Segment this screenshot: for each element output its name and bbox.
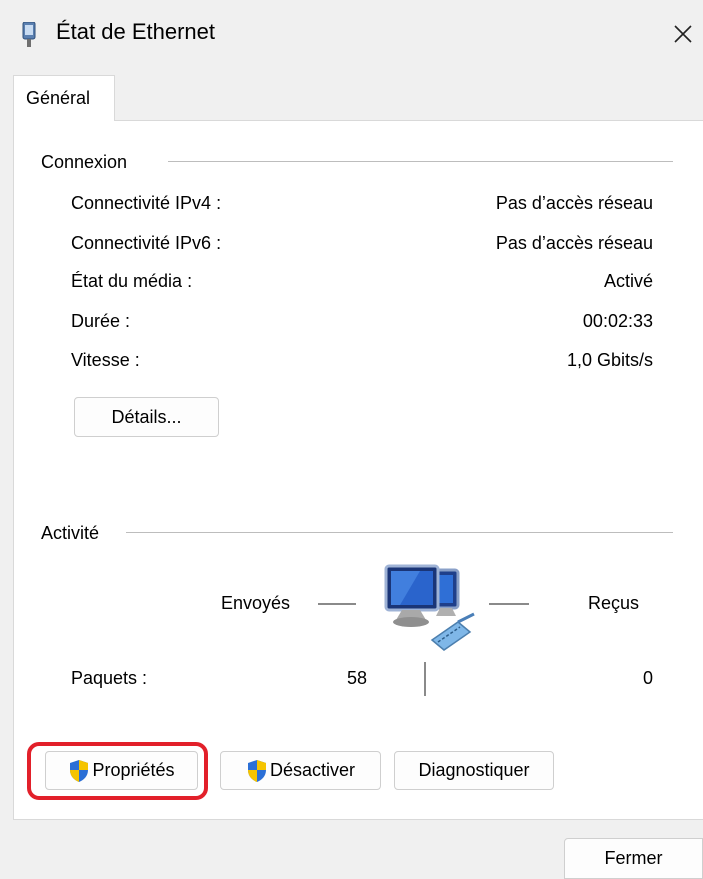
uac-shield-icon: [247, 759, 266, 782]
tab-panel: [13, 120, 703, 820]
window-title: État de Ethernet: [56, 19, 215, 44]
activity-group-label: Activité: [41, 523, 106, 544]
network-computers-icon: [380, 562, 480, 658]
received-connector-line: [489, 603, 529, 605]
duration-value: 00:02:33: [582, 311, 653, 331]
ipv4-connectivity-value: Pas d’accès réseau: [495, 193, 653, 213]
ipv4-connectivity-label: Connectivité IPv4 :: [71, 193, 222, 213]
uac-shield-icon: [70, 759, 89, 782]
media-state-value: Activé: [603, 271, 653, 291]
packets-sent-value: 58: [346, 668, 367, 688]
tab-general[interactable]: Général: [13, 75, 115, 121]
packets-label: Paquets :: [71, 668, 148, 688]
duration-label: Durée :: [71, 311, 131, 331]
details-button[interactable]: Détails...: [74, 397, 219, 437]
ethernet-adapter-icon: [22, 21, 36, 48]
connection-group-divider: [168, 161, 673, 162]
packets-divider: [424, 662, 426, 696]
speed-label: Vitesse :: [71, 350, 140, 370]
sent-label: Envoyés: [221, 593, 291, 613]
ipv6-connectivity-value: Pas d’accès réseau: [495, 233, 653, 253]
packets-received-value: 0: [642, 668, 653, 688]
properties-button-label: Propriétés: [92, 760, 175, 780]
media-state-label: État du média :: [71, 271, 193, 291]
ipv6-connectivity-label: Connectivité IPv6 :: [71, 233, 222, 253]
disable-button[interactable]: Désactiver: [220, 751, 381, 790]
properties-button[interactable]: Propriétés: [45, 751, 198, 790]
tab-general-label: Général: [26, 88, 91, 108]
received-label: Reçus: [588, 593, 640, 613]
connection-group-label: Connexion: [41, 152, 134, 173]
sent-connector-line: [318, 603, 356, 605]
close-icon: [673, 25, 692, 43]
disable-button-label: Désactiver: [269, 760, 356, 780]
activity-group-divider: [126, 532, 673, 533]
diagnose-button[interactable]: Diagnostiquer: [394, 751, 554, 790]
speed-value: 1,0 Gbits/s: [566, 350, 653, 370]
close-button[interactable]: Fermer: [564, 838, 703, 879]
close-window-button[interactable]: [662, 12, 703, 56]
